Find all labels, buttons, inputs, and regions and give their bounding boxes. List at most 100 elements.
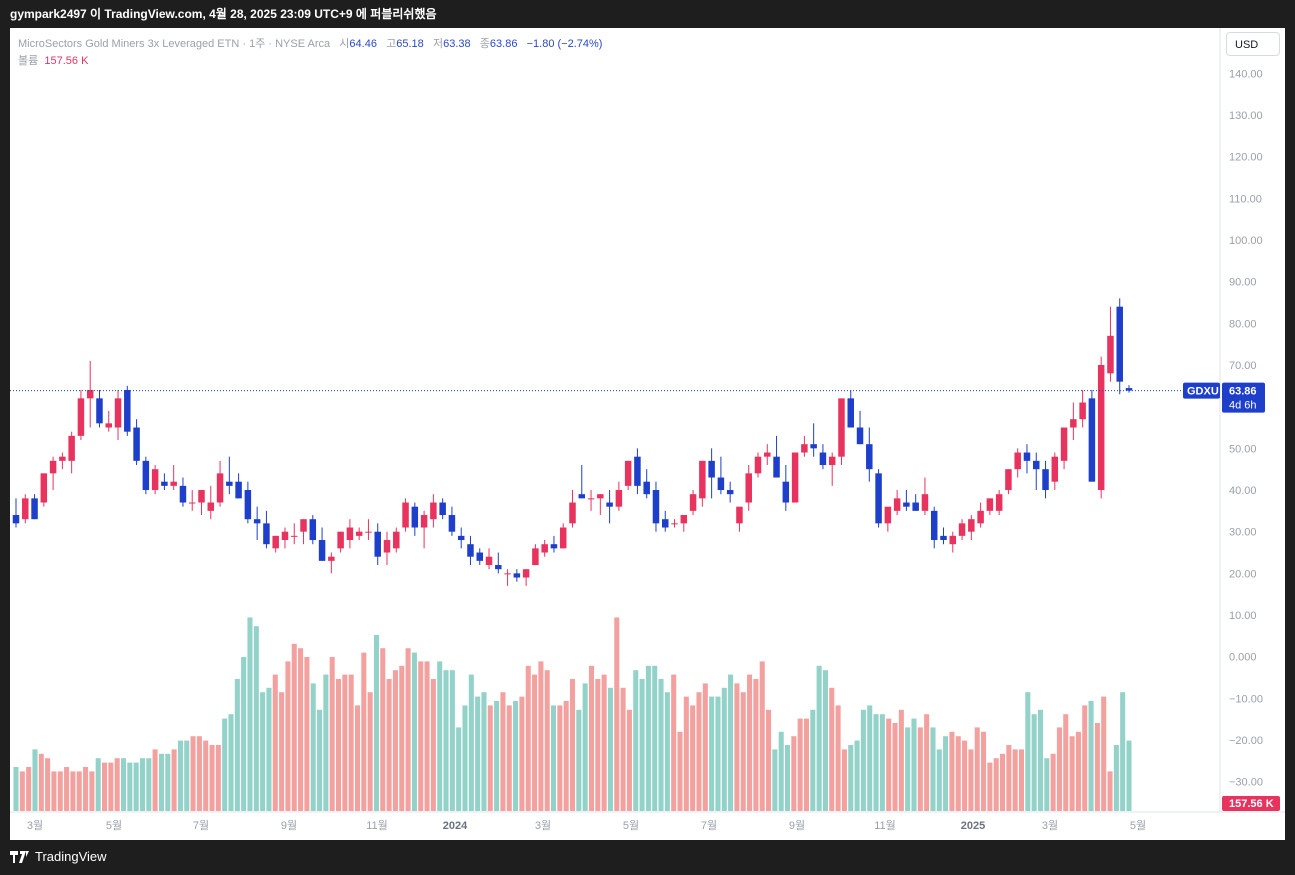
x-tick-label: 2025 <box>961 820 985 832</box>
price-tag: 63.86 <box>1229 386 1257 398</box>
volume-bar <box>930 727 936 811</box>
x-tick-label: 5월 <box>1130 819 1146 832</box>
volume-bar <box>171 749 177 811</box>
candle-body <box>365 531 372 533</box>
volume-bar <box>190 736 196 811</box>
candle-body <box>235 481 242 499</box>
candle-body <box>1107 335 1114 374</box>
volume-bar <box>829 687 835 811</box>
candle-body <box>1060 427 1068 461</box>
candle-body <box>745 473 752 503</box>
volume-bar <box>234 679 240 811</box>
volume-bar <box>418 661 424 811</box>
volume-bar <box>38 753 44 811</box>
volume-bar <box>253 626 259 811</box>
candle-body <box>726 490 734 495</box>
volume-bar <box>215 745 221 811</box>
candle-body <box>355 531 363 536</box>
y-tick-label: 120.00 <box>1229 152 1263 164</box>
volume-bar <box>664 692 670 811</box>
candle-body <box>606 502 613 507</box>
volume-bar <box>791 736 797 811</box>
candle-body <box>420 515 428 528</box>
volume-bar <box>734 683 740 811</box>
volume-bar <box>569 679 576 811</box>
volume-bar <box>405 648 411 811</box>
candle-body <box>754 456 762 474</box>
volume-bar <box>784 745 791 811</box>
candle-body <box>662 519 669 528</box>
volume-bar <box>702 683 708 811</box>
volume-bar <box>867 705 873 811</box>
volume-bar <box>335 679 342 811</box>
volume-bar <box>721 687 727 811</box>
candle-body <box>773 456 780 478</box>
volume-bar <box>114 758 120 811</box>
candle-body <box>689 494 697 511</box>
candle-body <box>532 548 539 566</box>
volume-bar <box>329 657 335 811</box>
candle-body <box>142 460 150 491</box>
tradingview-branding[interactable]: TradingView <box>10 849 107 864</box>
x-tick-label: 2024 <box>443 820 468 832</box>
candle-body <box>708 460 715 478</box>
y-tick-label: 20.00 <box>1229 568 1257 580</box>
volume-bar <box>905 727 911 811</box>
candle-body <box>569 502 576 524</box>
close-value: 63.86 <box>489 38 518 50</box>
x-tick-label: 3월 <box>27 819 43 832</box>
volume-bar <box>987 762 993 811</box>
volume-bar <box>1075 731 1081 811</box>
open-label: 시 <box>339 38 350 50</box>
candle-body <box>96 398 103 424</box>
candle-body <box>680 515 688 524</box>
candle-body <box>68 435 75 461</box>
candle-body <box>652 490 660 524</box>
candle-body <box>958 523 966 536</box>
volume-bar <box>437 661 443 811</box>
candle-body <box>968 519 975 532</box>
volume-bar <box>917 727 923 811</box>
volume-bar <box>146 758 152 811</box>
volume-bar <box>342 674 348 811</box>
candle-body <box>578 494 586 499</box>
volume-bar <box>753 679 759 811</box>
candle-body <box>179 485 187 503</box>
high-label: 고 <box>386 38 397 50</box>
volume-bar <box>196 736 202 811</box>
volume-bar <box>860 709 866 811</box>
candle-body <box>124 390 131 432</box>
volume-bar <box>386 679 392 811</box>
volume-bar <box>740 692 746 811</box>
volume-bar <box>1113 745 1119 811</box>
countdown-tag: 4d 6h <box>1229 400 1257 412</box>
currency-button[interactable]: USD <box>1226 32 1280 56</box>
candle-body <box>838 398 845 457</box>
candle-body <box>1079 402 1086 420</box>
volume-bar <box>709 696 715 811</box>
volume-bar <box>89 771 95 811</box>
candle-body <box>977 510 984 524</box>
candle-body <box>59 456 66 461</box>
volume-bar <box>95 758 101 811</box>
candle-body <box>457 535 465 541</box>
y-tick-label: −20.00 <box>1229 735 1263 747</box>
y-tick-label: 0.000 <box>1229 652 1257 664</box>
x-tick-label: 9월 <box>789 819 805 832</box>
volume-bar <box>481 692 487 811</box>
volume-bar <box>152 749 158 811</box>
volume-bar <box>848 745 854 811</box>
y-tick-label: 90.00 <box>1229 277 1257 289</box>
volume-bar <box>32 749 38 811</box>
volume-bar <box>614 617 620 811</box>
y-tick-label: 110.00 <box>1229 193 1262 205</box>
volume-bar <box>228 714 234 811</box>
volume-bar <box>272 674 278 811</box>
candlestick-chart[interactable]: 140.00 130.00 120.00 110.00 100.00 90.00 80.00… <box>0 0 1295 875</box>
volume-label: 볼륨 <box>18 55 39 67</box>
candle-body <box>1088 398 1096 482</box>
candle-body <box>161 481 168 486</box>
candle-body <box>476 552 483 561</box>
volume-bar <box>462 705 468 811</box>
volume-bar <box>70 771 76 811</box>
